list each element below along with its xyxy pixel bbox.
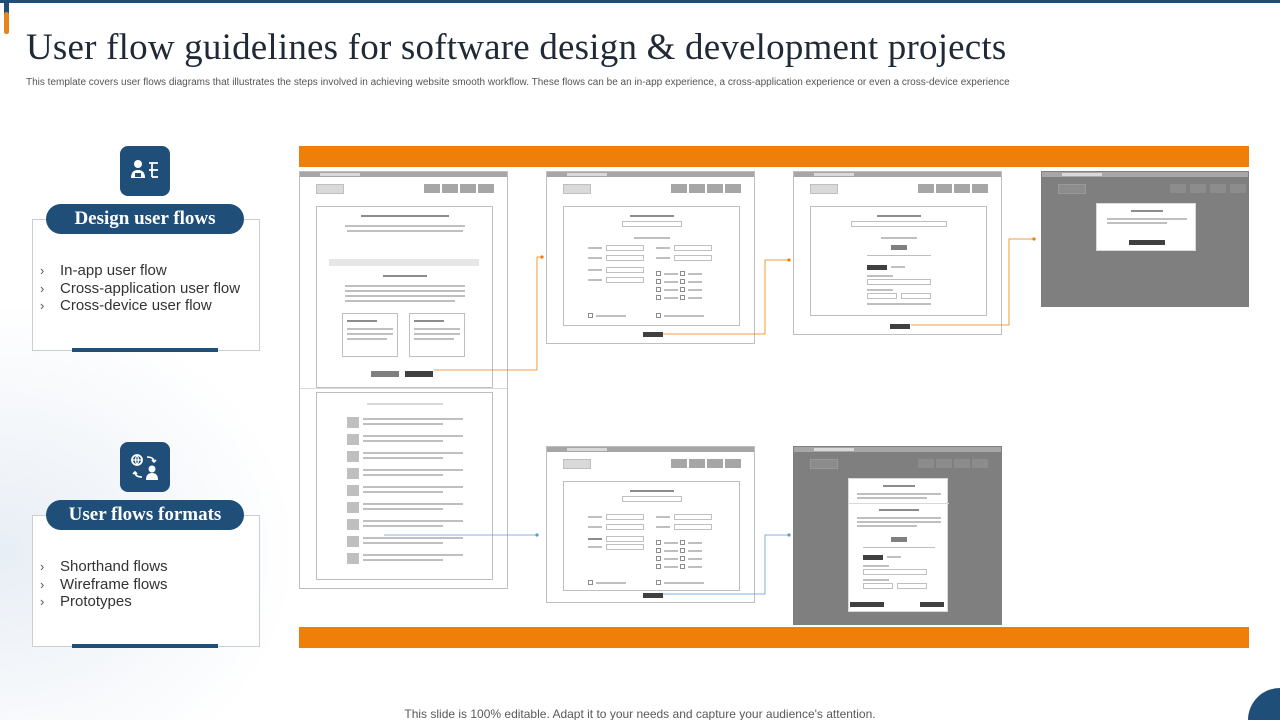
list-item: › Cross-device user flow (40, 297, 212, 314)
user-exchange-icon (120, 442, 170, 492)
top-accent-orange (4, 12, 9, 34)
chevron-right-icon: › (40, 576, 45, 592)
design-user-flows-list: › In-app user flow › Cross-application use… (40, 262, 240, 315)
slide-footer: This slide is 100% editable. Adapt it to… (404, 707, 876, 720)
chevron-right-icon: › (40, 594, 45, 609)
chevron-right-icon: › (40, 263, 45, 278)
orange-header-bar (299, 146, 1249, 167)
list-item: › Wireframe flows (40, 575, 168, 593)
list-item: › Cross-application user flow (40, 279, 241, 297)
card-bottom-accent (72, 644, 218, 648)
slide-subtitle: This template covers user flows diagrams… (26, 77, 1010, 88)
list-item: › Prototypes (40, 593, 132, 610)
user-flows-formats-heading: User flows formats (46, 500, 244, 530)
chevron-right-icon: › (40, 559, 45, 574)
flow-connectors (384, 237, 1036, 595)
list-item: › In-app user flow (40, 262, 167, 279)
card-bottom-accent (72, 348, 218, 352)
slide-title: User flow guidelines for software design… (26, 27, 1007, 68)
corner-decoration (1248, 688, 1280, 720)
chevron-right-icon: › (40, 298, 45, 313)
top-border-line (0, 0, 1280, 3)
orange-footer-bar (299, 627, 1249, 648)
list-item: › Shorthand flows (40, 558, 168, 575)
design-user-flows-heading: Design user flows (46, 204, 244, 234)
chevron-right-icon: › (40, 280, 45, 296)
user-flow-icon (120, 146, 170, 196)
user-flows-formats-list: › Shorthand flows › Wireframe flows › Proto… (40, 558, 168, 611)
